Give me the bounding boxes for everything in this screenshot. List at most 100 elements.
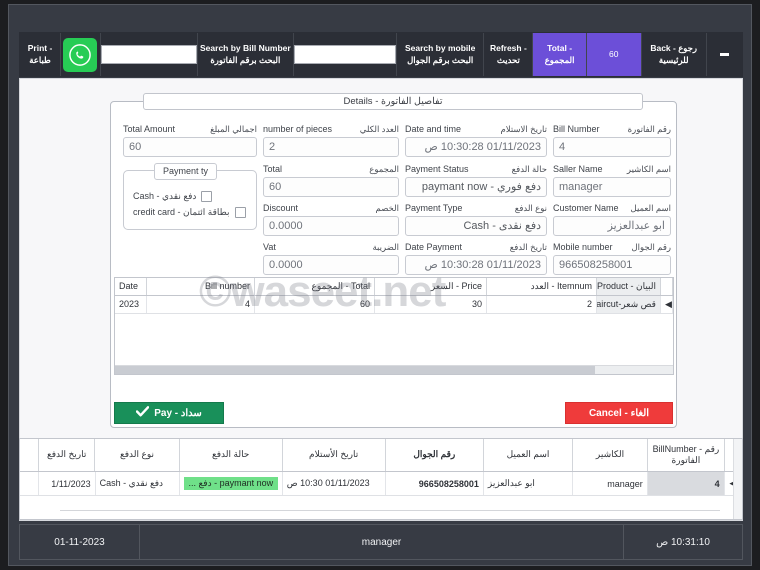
pieces-label-ar: العدد الكلي [359, 124, 399, 134]
back-button[interactable]: Back - رجوع للرئيسية [642, 33, 707, 76]
payment-status-value[interactable]: دفع فوري - paymant now [405, 177, 547, 197]
mobile-number-value[interactable]: 966508258001 [553, 255, 671, 275]
field-mobile-number: Mobile number رقم الجوال 966508258001 [553, 242, 671, 275]
field-total-amount: Total Amount اجمالي المبلغ 60 [123, 124, 257, 157]
status-bar: 01-11-2023 manager 10:31:10 ص [19, 524, 743, 560]
total-value-field[interactable]: 60 [263, 177, 399, 197]
print-button-label-ar: طباعة [29, 54, 51, 65]
bills-cell-cashier: manager [573, 472, 648, 495]
items-header-product: البيان - Product [597, 278, 661, 295]
total-label-ar: المجموع [369, 164, 399, 174]
bills-header-pay-date: تاريخ الدفع [39, 439, 96, 471]
top-toolbar: Print - طباعة Search by Bill Number البح… [19, 32, 743, 77]
invoice-details-dialog: تفاصيل الفاتورة - Details Total Amount ا… [110, 93, 677, 428]
field-payment-status: Payment Status حالة الدفع دفع فوري - pay… [405, 164, 547, 197]
items-row-selector-icon[interactable]: ◀ [661, 296, 673, 313]
discount-label-en: Discount [263, 203, 299, 213]
bills-header-pay-type: نوع الدفع [95, 439, 180, 471]
checkbox-cash[interactable]: دفع نقدي - Cash [133, 191, 213, 202]
items-grid-header-row: Date Bill number المجموع - Total السعر -… [115, 278, 673, 296]
payment-type-group: Payment ty دفع نقدي - Cash بطاقة ائتمان … [123, 163, 257, 230]
seller-name-label-en: Saller Name [553, 164, 603, 174]
checkbox-cash-box[interactable] [201, 191, 213, 202]
field-bill-number: Bill Number رقم الفاتورة 4 [553, 124, 671, 157]
items-grid-horizontal-scrollbar[interactable] [115, 365, 673, 374]
total-button[interactable]: Total - المجموع [533, 33, 587, 76]
items-header-itemnum: العدد - Itemnum [487, 278, 597, 295]
search-bill-label-ar: البحث برقم الفاتورة [210, 54, 281, 65]
print-button[interactable]: Print - طباعة [20, 33, 62, 76]
bills-grid[interactable]: تاريخ الدفع نوع الدفع حالة الدفع تاريخ ا… [19, 438, 743, 520]
total-amount-label-en: Total Amount [123, 124, 176, 134]
date-payment-value[interactable]: 01/11/2023 10:30:28 ص [405, 255, 547, 275]
mobile-number-label-en: Mobile number [553, 242, 613, 252]
total-value: 60 [609, 48, 619, 59]
date-payment-label-ar: تاريخ الدفع [509, 242, 547, 252]
table-row[interactable]: 1/11/2023 دفع نقدي - Cash paymant now - … [20, 472, 742, 496]
vat-label-en: Vat [263, 242, 276, 252]
bills-cell-mobile: 966508258001 [386, 472, 484, 495]
invoice-items-grid[interactable]: Date Bill number المجموع - Total السعر -… [114, 277, 674, 375]
status-date: 01-11-2023 [20, 525, 140, 559]
items-header-total: المجموع - Total [255, 278, 375, 295]
bill-number-label-ar: رقم الفاتورة [627, 124, 671, 134]
bills-grid-vertical-scrollbar[interactable] [733, 439, 742, 519]
refresh-button[interactable]: Refresh - تحديث [484, 33, 534, 76]
search-by-bill-number-label: Search by Bill Number البحث برقم الفاتور… [198, 33, 294, 76]
minimize-button[interactable] [707, 33, 742, 76]
back-label-ar: للرئيسية [658, 54, 689, 65]
items-grid-row[interactable]: 2023 4 60 30 2 قص شعر-Haircut-تخفيف ... … [115, 296, 673, 314]
search-by-mobile-label: Search by mobile البحث برقم الجوال [397, 33, 485, 76]
seller-name-label-ar: اسم الكاشير [626, 164, 671, 174]
date-and-time-value[interactable]: 01/11/2023 10:30:28 ص [405, 137, 547, 157]
dialog-title: تفاصيل الفاتورة - Details [143, 93, 643, 110]
total-label-en: Total [263, 164, 283, 174]
customer-name-label-ar: اسم العميل [630, 203, 671, 213]
vat-value[interactable]: 0.0000 [263, 255, 399, 275]
bills-cell-status: paymant now - دفع ... [180, 472, 283, 495]
date-payment-label-en: Date Payment [405, 242, 463, 252]
number-of-pieces-value[interactable]: 2 [263, 137, 399, 157]
customer-name-value[interactable]: ابو عبدالعزيز [553, 216, 671, 236]
bills-header-customer: اسم العميل [484, 439, 573, 471]
field-total: Total المجموع 60 [263, 164, 399, 197]
seller-name-value[interactable]: manager [553, 177, 671, 197]
whatsapp-icon [63, 37, 98, 72]
total-label-en: Total - [547, 43, 573, 54]
items-cell-total: 60 [255, 296, 375, 313]
payment-status-label-ar: حالة الدفع [511, 164, 547, 174]
checkbox-credit-card-box[interactable] [234, 207, 246, 218]
payment-type-value[interactable]: دفع نقدى - Cash [405, 216, 547, 236]
pay-button-label: سداد - Pay [154, 407, 202, 419]
discount-value[interactable]: 0.0000 [263, 216, 399, 236]
items-cell-product: قص شعر-Haircut-تخفيف ... [597, 296, 661, 313]
field-seller-name: Saller Name اسم الكاشير manager [553, 164, 671, 197]
search-bill-number-input[interactable] [100, 45, 197, 64]
bills-header-status: حالة الدفع [180, 439, 283, 471]
whatsapp-button[interactable] [61, 33, 101, 76]
bill-search-input-wrapper [100, 33, 198, 76]
field-payment-type: Payment Type نوع الدفع دفع نقدى - Cash [405, 203, 547, 236]
checkbox-credit-card[interactable]: بطاقة ائتمان - credit card [133, 207, 246, 218]
bills-cell-left-spacer [20, 472, 40, 495]
total-amount-label-ar: اجمالي المبلغ [210, 124, 257, 134]
vat-label-ar: الضريبة [372, 242, 399, 252]
items-header-spacer [661, 278, 673, 295]
total-amount-value[interactable]: 60 [123, 137, 257, 157]
refresh-label-ar: تحديث [496, 54, 520, 65]
print-button-label-en: Print - [27, 43, 53, 54]
bills-header-receive-date: تاريخ الأستلام [283, 439, 386, 471]
cancel-button[interactable]: الغاء - Cancel [565, 402, 673, 424]
bills-grid-divider [60, 510, 720, 511]
discount-label-ar: الخصم [375, 203, 399, 213]
application-window: Print - طباعة Search by Bill Number البح… [8, 4, 752, 566]
pay-button[interactable]: سداد - Pay [114, 402, 224, 424]
search-mobile-label-ar: البحث برقم الجوال [407, 54, 474, 65]
bills-header-mobile: رقم الجوال [386, 439, 484, 471]
customer-name-label-en: Customer Name [553, 203, 619, 213]
search-mobile-input[interactable] [293, 45, 396, 64]
payment-type-group-title: Payment ty [154, 163, 218, 180]
items-header-date: Date [115, 278, 147, 295]
search-mobile-label-en: Search by mobile [404, 43, 476, 54]
bill-number-value[interactable]: 4 [553, 137, 671, 157]
